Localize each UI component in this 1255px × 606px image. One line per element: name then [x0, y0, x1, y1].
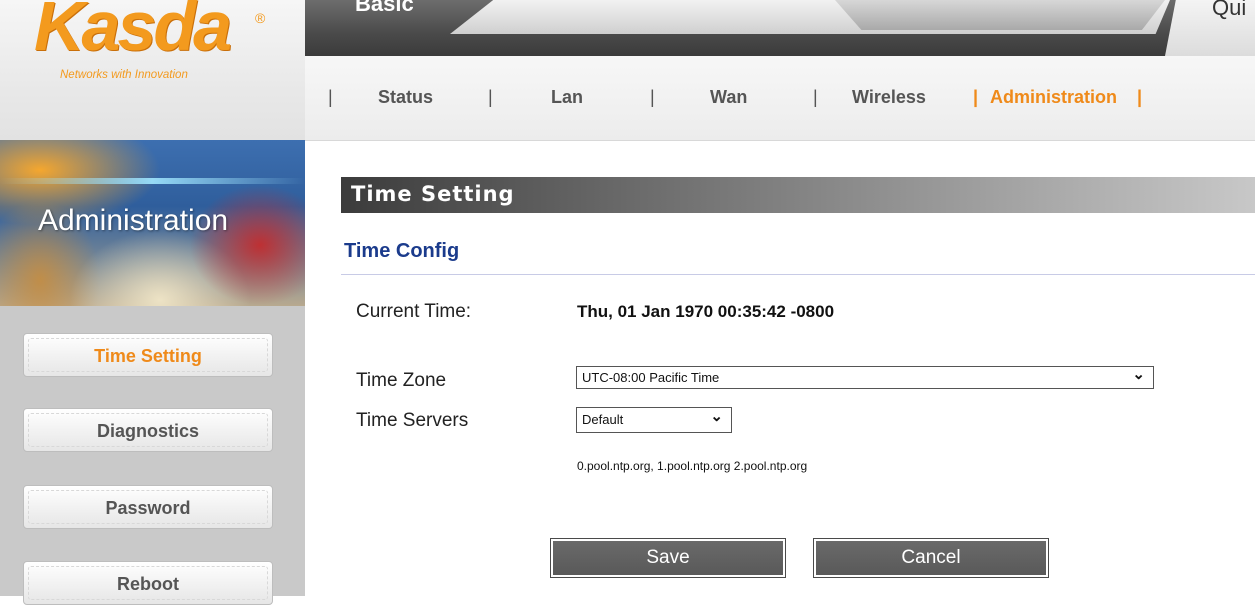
nav-separator: |: [328, 87, 333, 107]
nav-item-wireless[interactable]: Wireless: [852, 87, 926, 108]
chevron-down-icon: ⌄: [1132, 366, 1145, 383]
cancel-button[interactable]: Cancel: [813, 538, 1049, 578]
logo-tagline: Networks with Innovation: [60, 69, 188, 81]
time-servers-select[interactable]: Default ⌄: [576, 407, 732, 433]
nav-item-lan[interactable]: Lan: [551, 87, 583, 108]
sidebar-item-password[interactable]: Password: [23, 485, 273, 529]
time-servers-value: Default: [582, 412, 624, 427]
nav-separator: |: [488, 87, 493, 107]
kasda-logo: Kasda: [34, 0, 232, 65]
tab-quick[interactable]: Qui: [1212, 0, 1246, 21]
time-zone-value: UTC-08:00 Pacific Time: [582, 370, 720, 385]
subsection-title: Time Config: [344, 240, 460, 262]
current-time-value: Thu, 01 Jan 1970 00:35:42 -0800: [577, 302, 835, 321]
sidebar-item-reboot[interactable]: Reboot: [23, 561, 273, 605]
time-servers-label: Time Servers: [356, 410, 469, 431]
nav-separator: |: [650, 87, 655, 107]
section-header: Time Setting: [341, 177, 1255, 213]
ntp-servers-info: 0.pool.ntp.org, 1.pool.ntp.org 2.pool.nt…: [577, 459, 808, 473]
save-button[interactable]: Save: [550, 538, 786, 578]
logo-area: Kasda ® Networks with Innovation: [0, 0, 305, 140]
time-zone-label: Time Zone: [356, 370, 447, 391]
tab-basic[interactable]: Basic: [355, 0, 414, 17]
nav-separator: |: [813, 87, 818, 107]
sidebar-item-diagnostics[interactable]: Diagnostics: [23, 408, 273, 452]
banner-shine: [0, 178, 305, 184]
nav-item-wan[interactable]: Wan: [710, 87, 747, 108]
section-title: Time Setting: [351, 182, 515, 206]
top-tab-shape-dark: [835, 0, 1165, 30]
sidebar-banner: Administration: [0, 140, 305, 306]
registered-mark: ®: [255, 10, 266, 26]
sidebar-title: Administration: [38, 204, 229, 237]
nav-item-administration[interactable]: Administration: [990, 87, 1117, 108]
sidebar-item-time-setting[interactable]: Time Setting: [23, 333, 273, 377]
divider: [341, 274, 1255, 275]
current-time-label: Current Time:: [356, 301, 472, 322]
time-zone-select[interactable]: UTC-08:00 Pacific Time ⌄: [576, 366, 1154, 389]
chevron-down-icon: ⌄: [710, 408, 723, 425]
sidebar-menu: Time Setting Diagnostics Password Reboot: [0, 306, 305, 605]
main-nav: | Status | Lan | Wan | Wireless | Admini…: [305, 56, 1255, 141]
nav-item-status[interactable]: Status: [378, 87, 433, 108]
nav-separator: |: [973, 87, 979, 107]
nav-separator: |: [1137, 87, 1143, 107]
